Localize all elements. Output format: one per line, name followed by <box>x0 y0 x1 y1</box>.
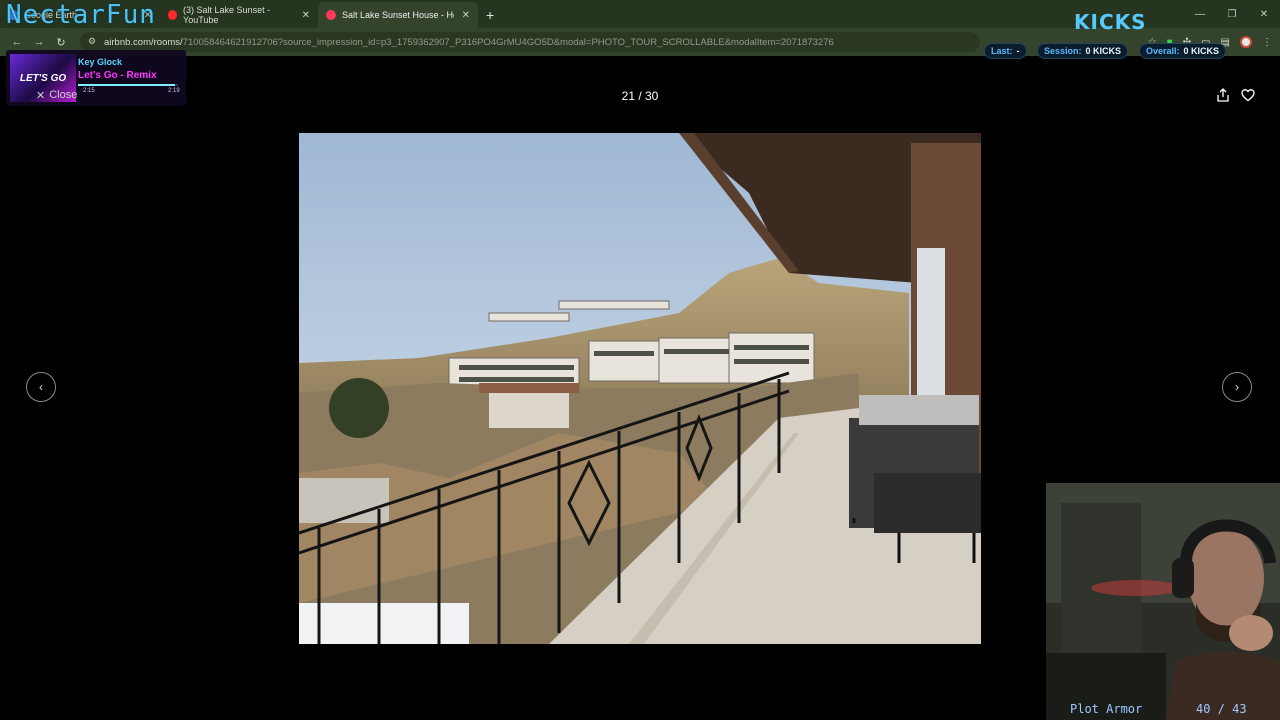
kicks-last-pill: Last: - <box>984 43 1027 59</box>
stream-brand-logo: NectarFun <box>6 0 156 30</box>
url-host: airbnb.com/rooms/ <box>104 36 183 48</box>
chevron-right-icon: › <box>1235 380 1239 394</box>
url-field[interactable]: ⚙ airbnb.com/rooms/710058464621912706?so… <box>80 32 980 52</box>
menu-icon[interactable]: ⋮ <box>1262 37 1272 48</box>
kicks-session-label: Session: <box>1044 46 1082 56</box>
tab-youtube[interactable]: (3) Salt Lake Sunset - YouTube ✕ <box>160 2 318 28</box>
close-window-icon[interactable]: ✕ <box>1248 0 1280 28</box>
site-info-icon[interactable]: ⚙ <box>88 36 96 47</box>
track-progress-bar <box>78 84 178 86</box>
profile-avatar[interactable] <box>1240 36 1252 48</box>
webcam-name-label: Plot Armor <box>1070 702 1143 716</box>
balcony-view-image <box>299 133 981 644</box>
webcam-score-label: 40 / 43 <box>1196 702 1247 716</box>
maximize-icon[interactable]: ❐ <box>1216 0 1248 28</box>
window-controls: — ❐ ✕ <box>1184 0 1280 28</box>
streamer-webcam-image <box>1046 483 1280 720</box>
share-icon[interactable] <box>1216 88 1230 102</box>
kicks-title: KICKS <box>1074 10 1147 34</box>
kicks-last-value: - <box>1016 46 1020 56</box>
track-total: 2:19 <box>168 88 180 94</box>
next-photo-button[interactable]: › <box>1222 372 1252 402</box>
album-art-text: LET'S GO <box>19 72 67 84</box>
kicks-overall-label: Overall: <box>1146 46 1180 56</box>
track-progress-fill <box>78 84 175 86</box>
airbnb-favicon-icon <box>326 10 336 20</box>
kicks-overall-value: 0 KICKS <box>1183 46 1220 56</box>
now-playing-widget: LET'S GO Key Glock Let's Go - Remix 2:15… <box>6 50 186 106</box>
close-icon: ✕ <box>36 90 46 102</box>
listing-photo <box>299 133 981 644</box>
tab-airbnb[interactable]: Salt Lake Sunset House - Houses ✕ <box>318 2 478 28</box>
track-artist: Key Glock <box>78 57 123 67</box>
url-path: 710058464621912706?source_impression_id=… <box>182 36 834 48</box>
close-tab-icon[interactable]: ✕ <box>302 10 310 21</box>
heart-icon[interactable] <box>1241 88 1255 102</box>
youtube-favicon-icon <box>168 10 178 20</box>
tab-label: (3) Salt Lake Sunset - YouTube <box>183 5 271 25</box>
minimize-icon[interactable]: — <box>1184 0 1216 28</box>
chevron-left-icon: ‹ <box>39 380 43 394</box>
close-tab-icon[interactable]: ✕ <box>462 10 470 21</box>
webcam-feed <box>1046 483 1280 720</box>
kicks-session-pill: Session: 0 KICKS <box>1037 43 1129 59</box>
kicks-session-value: 0 KICKS <box>1085 46 1122 56</box>
kicks-last-label: Last: <box>991 46 1013 56</box>
photo-counter: 21 / 30 <box>621 89 659 103</box>
track-title: Let's Go - Remix <box>78 70 157 81</box>
kicks-overall-pill: Overall: 0 KICKS <box>1139 43 1227 59</box>
tab-label: Salt Lake Sunset House - Houses <box>342 10 454 20</box>
previous-photo-button[interactable]: ‹ <box>26 372 56 402</box>
track-elapsed: 2:15 <box>83 88 95 94</box>
close-label: Close <box>49 89 78 101</box>
new-tab-button[interactable]: + <box>478 2 502 28</box>
close-photo-tour-button[interactable]: ✕ Close <box>36 89 77 102</box>
